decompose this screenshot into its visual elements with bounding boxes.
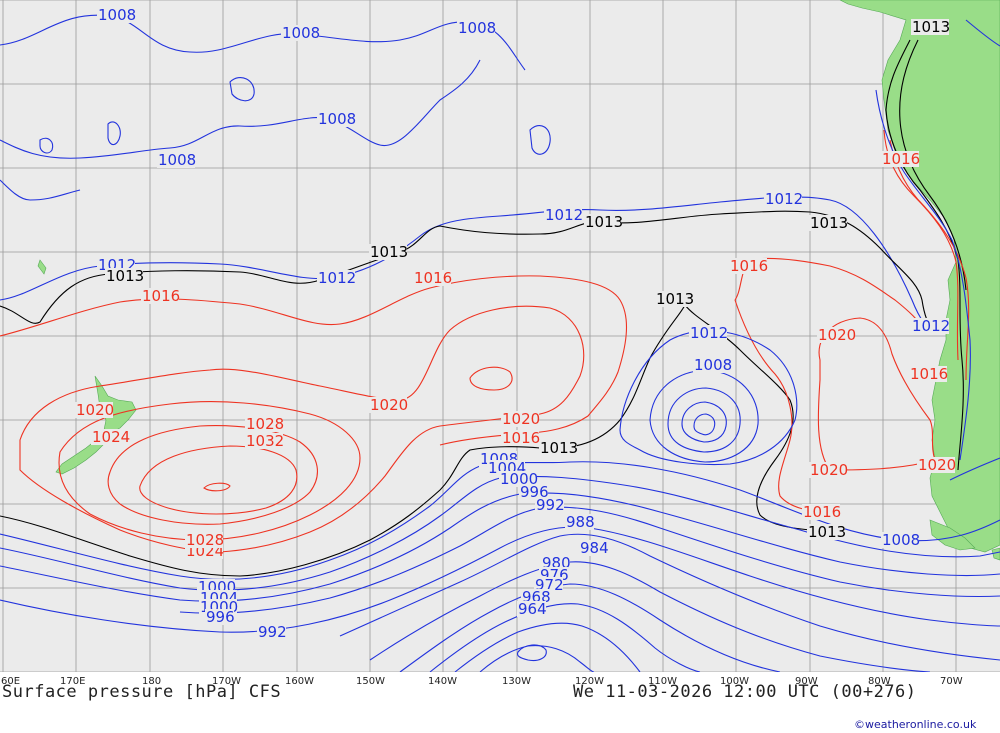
- isobar-label-1012: 1012: [318, 269, 356, 287]
- isobar-label-1020: 1020: [370, 396, 408, 414]
- isobar-label-1020: 1020: [918, 456, 956, 474]
- isobar-label-1020: 1020: [810, 461, 848, 479]
- isobar-label-1013: 1013: [810, 214, 848, 232]
- isobar-label-1032: 1032: [246, 432, 284, 450]
- isobar-label-1020: 1020: [502, 410, 540, 428]
- isobar-label-1008: 1008: [98, 6, 136, 24]
- isobar-label-1008: 1008: [694, 356, 732, 374]
- isobar-label-1016: 1016: [882, 150, 920, 168]
- isobar-label-964: 964: [518, 600, 547, 618]
- valid-time: We 11-03-2026 12:00 UTC (00+276): [573, 682, 917, 702]
- isobar-label-1012: 1012: [912, 317, 950, 335]
- isobar-label-1024: 1024: [92, 428, 130, 446]
- isobar-label-1008: 1008: [282, 24, 320, 42]
- isobar-label-996: 996: [206, 608, 235, 626]
- isobar-label-984: 984: [580, 539, 609, 557]
- isobar-label-1013: 1013: [656, 290, 694, 308]
- isobar-label-1016: 1016: [910, 365, 948, 383]
- isobar-label-1013: 1013: [540, 439, 578, 457]
- longitude-label: 160W: [285, 676, 314, 687]
- isobar-label-1020: 1020: [818, 326, 856, 344]
- longitude-label: 130W: [502, 676, 531, 687]
- isobar-label-1013: 1013: [370, 243, 408, 261]
- isobar-label-1008: 1008: [318, 110, 356, 128]
- isobar-label-1028: 1028: [186, 531, 224, 549]
- isobar-label-1008: 1008: [158, 151, 196, 169]
- isobar-label-1016: 1016: [730, 257, 768, 275]
- isobar-label-1020: 1020: [76, 401, 114, 419]
- isobar-label-1012: 1012: [545, 206, 583, 224]
- isobar-label-1016: 1016: [803, 503, 841, 521]
- longitude-label: 150W: [356, 676, 385, 687]
- isobar-label-1013: 1013: [106, 267, 144, 285]
- surface-pressure-map: 1008 1008 1008 1008 1008 1012 1012 1012 1012 1012…: [0, 0, 1000, 733]
- isobar-label-992: 992: [536, 496, 565, 514]
- isobar-label-1028: 1028: [246, 415, 284, 433]
- isobar-label-1012: 1012: [765, 190, 803, 208]
- longitude-label: 140W: [428, 676, 457, 687]
- isobar-label-1013: 1013: [808, 523, 846, 541]
- longitude-label: 70W: [940, 676, 963, 687]
- isobar-label-1016: 1016: [142, 287, 180, 305]
- isobar-label-1008: 1008: [882, 531, 920, 549]
- isobar-label-1013: 1013: [912, 18, 950, 36]
- isobar-label-1016: 1016: [502, 429, 540, 447]
- isobar-label-988: 988: [566, 513, 595, 531]
- isobar-label-1016: 1016: [414, 269, 452, 287]
- isobar-label-1013: 1013: [585, 213, 623, 231]
- credit-link[interactable]: ©weatheronline.co.uk: [854, 718, 977, 731]
- isobar-label-1012: 1012: [690, 324, 728, 342]
- isobar-label-1008: 1008: [458, 19, 496, 37]
- map-title: Surface pressure [hPa] CFS: [2, 682, 281, 702]
- isobar-label-992: 992: [258, 623, 287, 641]
